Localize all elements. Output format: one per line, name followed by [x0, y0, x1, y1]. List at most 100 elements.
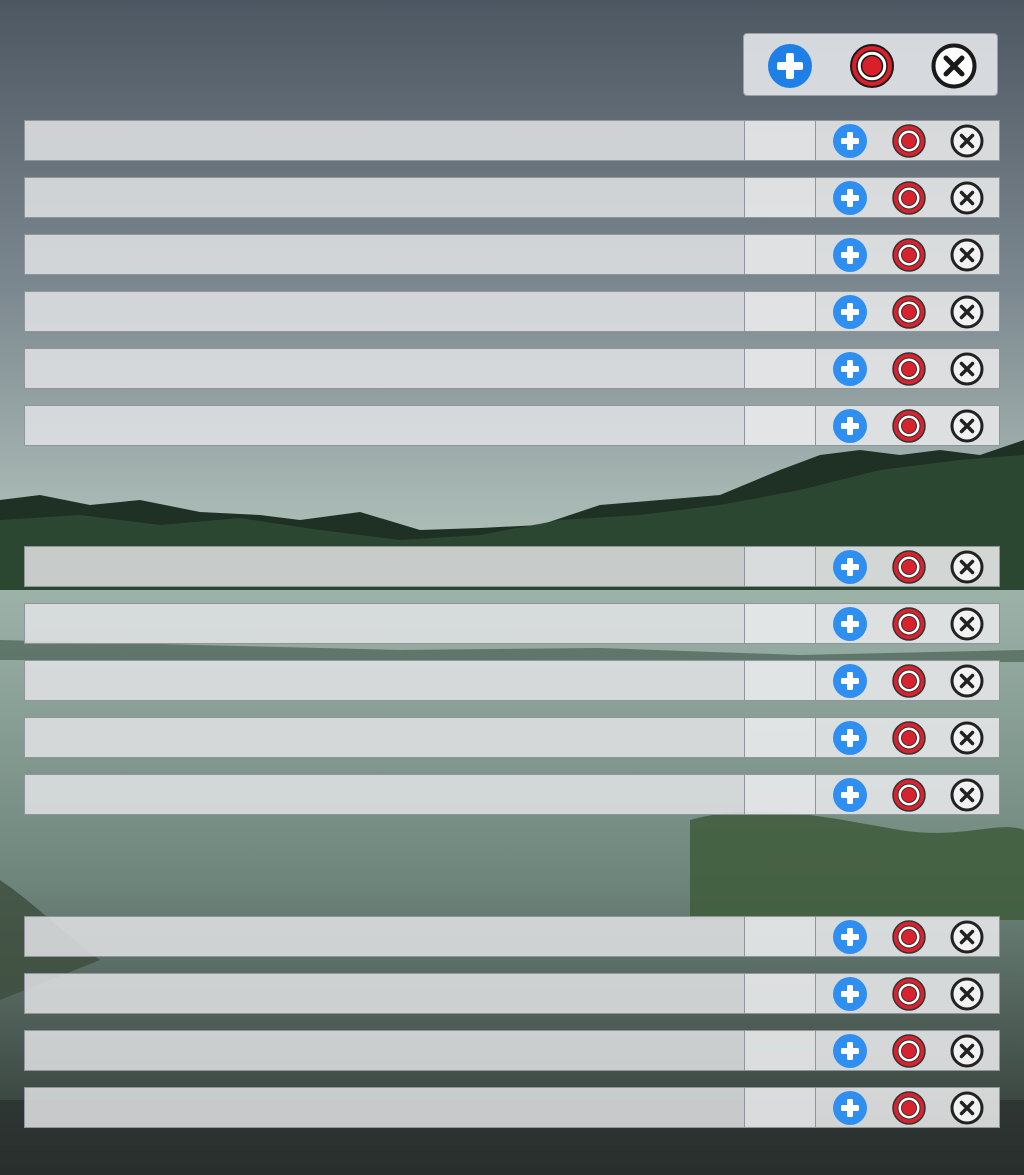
close-icon — [950, 664, 984, 698]
row-add-button[interactable] — [833, 409, 867, 443]
row-delete-button[interactable] — [950, 920, 984, 954]
row-delete-button[interactable] — [950, 1091, 984, 1125]
row-value-field[interactable] — [745, 1088, 816, 1127]
row-delete-button[interactable] — [950, 181, 984, 215]
row-record-button[interactable] — [892, 778, 926, 812]
row-delete-button[interactable] — [950, 778, 984, 812]
table-row — [24, 405, 1000, 446]
row-value-field[interactable] — [745, 775, 816, 814]
row-add-button[interactable] — [833, 550, 867, 584]
row-record-button[interactable] — [892, 409, 926, 443]
row-record-button[interactable] — [892, 295, 926, 329]
row-value-field[interactable] — [745, 121, 816, 160]
row-name-field[interactable] — [25, 775, 745, 814]
row-value-field[interactable] — [745, 292, 816, 331]
row-add-button[interactable] — [833, 920, 867, 954]
row-name-field[interactable] — [25, 661, 745, 700]
record-icon — [892, 721, 926, 755]
row-add-button[interactable] — [833, 352, 867, 386]
row-value-field[interactable] — [745, 349, 816, 388]
row-add-button[interactable] — [833, 124, 867, 158]
plus-icon — [833, 1034, 867, 1068]
table-row — [24, 1030, 1000, 1071]
close-button[interactable] — [931, 43, 977, 89]
row-value-field[interactable] — [745, 235, 816, 274]
row-delete-button[interactable] — [950, 550, 984, 584]
row-record-button[interactable] — [892, 352, 926, 386]
add-button[interactable] — [767, 43, 813, 89]
row-add-button[interactable] — [833, 1091, 867, 1125]
row-value-field[interactable] — [745, 974, 816, 1013]
row-name-field[interactable] — [25, 547, 745, 586]
close-icon — [950, 124, 984, 158]
row-record-button[interactable] — [892, 721, 926, 755]
row-add-button[interactable] — [833, 238, 867, 272]
row-list — [0, 0, 1024, 1175]
row-value-field[interactable] — [745, 547, 816, 586]
row-name-field[interactable] — [25, 406, 745, 445]
row-name-field[interactable] — [25, 974, 745, 1013]
row-add-button[interactable] — [833, 778, 867, 812]
row-delete-button[interactable] — [950, 977, 984, 1011]
close-icon — [950, 409, 984, 443]
row-delete-button[interactable] — [950, 124, 984, 158]
row-record-button[interactable] — [892, 1034, 926, 1068]
row-record-button[interactable] — [892, 550, 926, 584]
table-row — [24, 1087, 1000, 1128]
row-value-field[interactable] — [745, 604, 816, 643]
row-name-field[interactable] — [25, 292, 745, 331]
row-name-field[interactable] — [25, 604, 745, 643]
plus-icon — [833, 295, 867, 329]
record-button[interactable] — [849, 43, 895, 89]
row-value-field[interactable] — [745, 406, 816, 445]
row-add-button[interactable] — [833, 181, 867, 215]
row-record-button[interactable] — [892, 977, 926, 1011]
row-delete-button[interactable] — [950, 238, 984, 272]
row-name-field[interactable] — [25, 917, 745, 956]
row-name-field[interactable] — [25, 178, 745, 217]
row-delete-button[interactable] — [950, 664, 984, 698]
row-name-field[interactable] — [25, 235, 745, 274]
row-record-button[interactable] — [892, 124, 926, 158]
row-name-field[interactable] — [25, 121, 745, 160]
record-icon — [892, 778, 926, 812]
row-delete-button[interactable] — [950, 352, 984, 386]
close-icon — [950, 778, 984, 812]
row-value-field[interactable] — [745, 178, 816, 217]
row-add-button[interactable] — [833, 1034, 867, 1068]
row-record-button[interactable] — [892, 920, 926, 954]
row-value-field[interactable] — [745, 661, 816, 700]
row-actions — [816, 121, 999, 160]
row-record-button[interactable] — [892, 238, 926, 272]
plus-icon — [768, 44, 812, 88]
row-delete-button[interactable] — [950, 607, 984, 641]
record-icon — [892, 664, 926, 698]
row-add-button[interactable] — [833, 977, 867, 1011]
row-value-field[interactable] — [745, 917, 816, 956]
row-name-field[interactable] — [25, 718, 745, 757]
row-value-field[interactable] — [745, 1031, 816, 1070]
row-actions — [816, 178, 999, 217]
row-delete-button[interactable] — [950, 295, 984, 329]
row-name-field[interactable] — [25, 1088, 745, 1127]
close-icon — [950, 1091, 984, 1125]
close-icon — [950, 550, 984, 584]
row-add-button[interactable] — [833, 607, 867, 641]
plus-icon — [833, 352, 867, 386]
row-delete-button[interactable] — [950, 1034, 984, 1068]
row-value-field[interactable] — [745, 718, 816, 757]
row-record-button[interactable] — [892, 181, 926, 215]
row-record-button[interactable] — [892, 664, 926, 698]
row-name-field[interactable] — [25, 1031, 745, 1070]
row-name-field[interactable] — [25, 349, 745, 388]
row-delete-button[interactable] — [950, 409, 984, 443]
row-add-button[interactable] — [833, 295, 867, 329]
plus-icon — [833, 607, 867, 641]
row-add-button[interactable] — [833, 721, 867, 755]
plus-icon — [833, 550, 867, 584]
plus-icon — [833, 409, 867, 443]
row-add-button[interactable] — [833, 664, 867, 698]
row-record-button[interactable] — [892, 1091, 926, 1125]
row-delete-button[interactable] — [950, 721, 984, 755]
row-record-button[interactable] — [892, 607, 926, 641]
